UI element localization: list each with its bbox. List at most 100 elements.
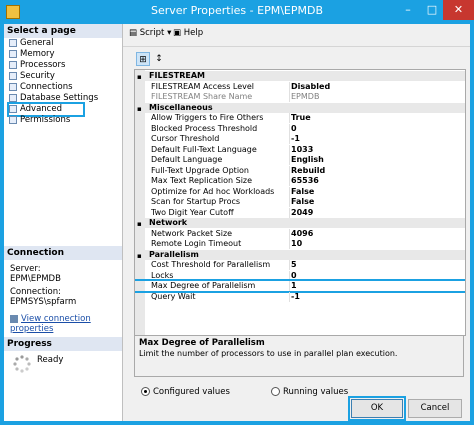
grid-row[interactable]: Max Text Replication Size 65536 bbox=[135, 176, 465, 186]
page-icon bbox=[9, 60, 17, 69]
server-properties-window: Server Properties - EPM\EPMDB – □ ✕ Sele… bbox=[0, 0, 474, 425]
column-divider bbox=[289, 270, 290, 281]
property-value[interactable]: -1 bbox=[291, 134, 463, 144]
grid-row[interactable]: Locks 0 bbox=[135, 270, 465, 281]
page-item-database-settings[interactable]: Database Settings bbox=[9, 93, 98, 104]
configured-values-label: Configured values bbox=[153, 387, 230, 397]
property-name: Cost Threshold for Parallelism bbox=[151, 260, 271, 269]
close-button[interactable]: ✕ bbox=[443, 0, 474, 20]
maximize-button[interactable]: □ bbox=[420, 0, 444, 20]
column-divider bbox=[289, 291, 290, 302]
progress-header: Progress bbox=[4, 337, 122, 351]
column-divider bbox=[289, 144, 290, 155]
page-item-general[interactable]: General bbox=[9, 38, 54, 49]
property-value[interactable]: 1033 bbox=[291, 145, 463, 155]
categorized-icon[interactable]: ⊞ bbox=[136, 52, 150, 66]
description-text: Limit the number of processors to use in… bbox=[139, 349, 398, 358]
page-label: Database Settings bbox=[20, 93, 99, 103]
property-name: FILESTREAM Share Name bbox=[151, 92, 253, 101]
property-value[interactable]: 65536 bbox=[291, 176, 463, 186]
configured-values-radio[interactable]: Configured values bbox=[141, 387, 230, 397]
column-divider bbox=[289, 186, 290, 197]
property-value[interactable]: True bbox=[291, 113, 463, 123]
grid-row[interactable]: Default Language English bbox=[135, 155, 465, 165]
grid-row[interactable]: Query Wait -1 bbox=[135, 291, 465, 302]
page-item-advanced[interactable]: Advanced bbox=[7, 102, 85, 117]
ok-button[interactable]: OK bbox=[348, 396, 406, 421]
property-name: Max Text Replication Size bbox=[151, 176, 253, 185]
view-connection-properties-link[interactable]: View connection properties bbox=[10, 314, 122, 334]
property-value[interactable]: 0 bbox=[291, 124, 463, 134]
property-value[interactable]: 0 bbox=[291, 271, 463, 281]
page-label: Advanced bbox=[20, 104, 62, 114]
collapse-icon[interactable]: ▪ bbox=[137, 104, 142, 114]
grid-row[interactable]: Remote Login Timeout 10 bbox=[135, 239, 465, 249]
properties-icon bbox=[10, 314, 18, 323]
page-item-security[interactable]: Security bbox=[9, 71, 55, 82]
property-value[interactable]: Disabled bbox=[291, 82, 463, 92]
column-divider bbox=[289, 155, 290, 165]
page-label: Security bbox=[20, 71, 55, 81]
grid-row[interactable]: Two Digit Year Cutoff 2049 bbox=[135, 207, 465, 218]
category-label: Miscellaneous bbox=[149, 102, 213, 112]
grid-row[interactable]: Optimize for Ad hoc Workloads False bbox=[135, 186, 465, 197]
grid-row[interactable]: FILESTREAM Access Level Disabled bbox=[135, 81, 465, 92]
grid-row[interactable]: FILESTREAM Share Name EPMDB bbox=[135, 92, 465, 102]
script-button[interactable]: ▤ Script ▾ bbox=[129, 28, 171, 38]
grid-category[interactable]: ▪ FILESTREAM bbox=[135, 71, 465, 81]
grid-row[interactable]: Network Packet Size 4096 bbox=[135, 228, 465, 239]
page-icon bbox=[9, 104, 17, 113]
sort-alphabetical-icon[interactable]: ↕ bbox=[152, 52, 166, 66]
property-value[interactable]: 1 bbox=[291, 281, 463, 291]
property-value[interactable]: False bbox=[291, 187, 463, 197]
property-value[interactable]: EPMDB bbox=[291, 92, 463, 102]
property-name: Network Packet Size bbox=[151, 228, 233, 238]
title-bar[interactable]: Server Properties - EPM\EPMDB – □ ✕ bbox=[0, 0, 474, 24]
page-icon bbox=[9, 38, 17, 47]
property-name: Locks bbox=[151, 270, 174, 280]
collapse-icon[interactable]: ▪ bbox=[137, 251, 142, 261]
page-icon bbox=[9, 82, 17, 91]
grid-row[interactable]: Blocked Process Threshold 0 bbox=[135, 123, 465, 134]
grid-row[interactable]: Full-Text Upgrade Option Rebuild bbox=[135, 165, 465, 176]
running-values-label: Running values bbox=[283, 387, 349, 397]
grid-row[interactable]: Allow Triggers to Fire Others True bbox=[135, 113, 465, 123]
minimize-button[interactable]: – bbox=[396, 0, 420, 20]
property-name: Scan for Startup Procs bbox=[151, 197, 241, 206]
grid-row[interactable]: Cost Threshold for Parallelism 5 bbox=[135, 260, 465, 270]
grid-row[interactable]: Scan for Startup Procs False bbox=[135, 197, 465, 207]
column-divider bbox=[289, 123, 290, 134]
running-values-radio[interactable]: Running values bbox=[271, 387, 348, 397]
cancel-button[interactable]: Cancel bbox=[408, 399, 462, 418]
page-label: Permissions bbox=[20, 115, 71, 125]
column-divider bbox=[289, 134, 290, 144]
page-icon bbox=[9, 71, 17, 80]
progress-spinner-icon bbox=[12, 354, 32, 374]
page-item-processors[interactable]: Processors bbox=[9, 60, 65, 71]
radio-empty-icon bbox=[271, 387, 280, 396]
collapse-icon[interactable]: ▪ bbox=[137, 72, 142, 82]
property-grid[interactable]: ▪ FILESTREAM FILESTREAM Access Level Disabl… bbox=[134, 69, 466, 336]
collapse-icon[interactable]: ▪ bbox=[137, 219, 142, 229]
page-item-memory[interactable]: Memory bbox=[9, 49, 55, 60]
property-value[interactable]: English bbox=[291, 155, 463, 165]
page-item-permissions[interactable]: Permissions bbox=[9, 115, 70, 126]
grid-category[interactable]: ▪ Miscellaneous bbox=[135, 102, 465, 114]
page-item-connections[interactable]: Connections bbox=[9, 82, 73, 93]
dialog-body: Select a page General Memory Processors … bbox=[4, 24, 470, 421]
property-value[interactable]: 2049 bbox=[291, 208, 463, 218]
help-button[interactable]: ▣ Help bbox=[173, 28, 203, 38]
grid-row[interactable]: Cursor Threshold -1 bbox=[135, 134, 465, 144]
property-value[interactable]: -1 bbox=[291, 292, 463, 302]
property-value[interactable]: Rebuild bbox=[291, 166, 463, 176]
grid-row[interactable]: Default Full-Text Language 1033 bbox=[135, 144, 465, 155]
grid-row-selected[interactable]: Max Degree of Parallelism 1 bbox=[135, 279, 465, 293]
server-label: Server: bbox=[10, 264, 41, 274]
grid-category[interactable]: ▪ Network bbox=[135, 218, 465, 228]
grid-category[interactable]: ▪ Parallelism bbox=[135, 249, 465, 261]
category-label: Parallelism bbox=[149, 249, 199, 259]
property-value[interactable]: 5 bbox=[291, 260, 463, 270]
property-value[interactable]: 4096 bbox=[291, 229, 463, 239]
property-value[interactable]: 10 bbox=[291, 239, 463, 249]
property-value[interactable]: False bbox=[291, 197, 463, 207]
